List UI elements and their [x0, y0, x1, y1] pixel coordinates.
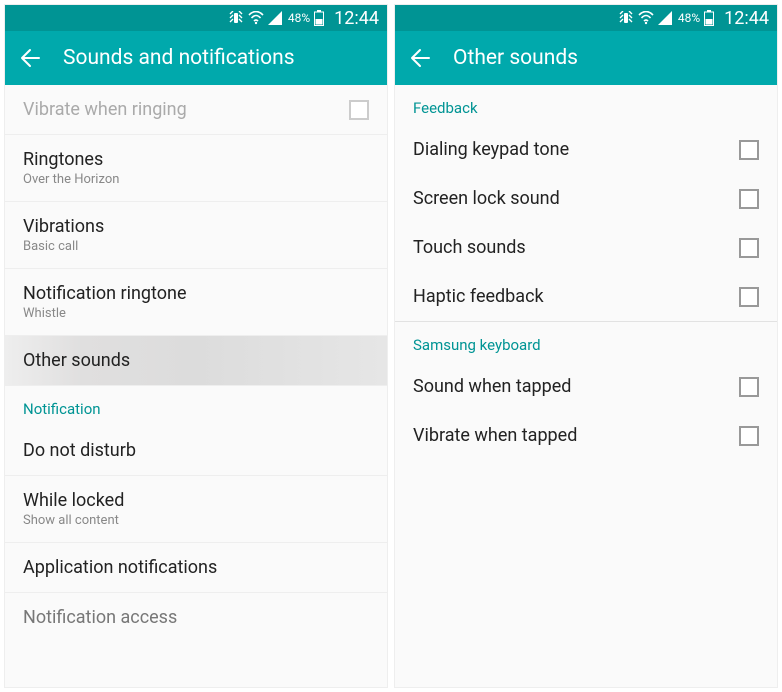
setting-label: Notification ringtone [23, 283, 187, 304]
battery-icon [704, 10, 714, 26]
setting-label: Screen lock sound [413, 188, 560, 209]
row-other-sounds[interactable]: Other sounds [5, 336, 387, 386]
setting-sublabel: Basic call [23, 239, 104, 254]
setting-label: Do not disturb [23, 440, 136, 461]
setting-label: Other sounds [23, 350, 130, 371]
row-touch-sounds[interactable]: Touch sounds [395, 223, 777, 272]
section-header-notification: Notification [5, 386, 387, 426]
signal-icon [268, 11, 282, 25]
battery-pct: 48% [288, 11, 310, 25]
setting-label: While locked [23, 490, 124, 511]
setting-sublabel: Show all content [23, 513, 124, 528]
appbar: Sounds and notifications [5, 31, 387, 85]
checkbox-icon[interactable] [739, 287, 759, 307]
wifi-icon [248, 11, 264, 25]
vibrate-icon [228, 11, 244, 25]
settings-list: Feedback Dialing keypad tone Screen lock… [395, 85, 777, 687]
page-title: Other sounds [453, 46, 578, 70]
battery-pct: 48% [678, 11, 700, 25]
row-ringtones[interactable]: Ringtones Over the Horizon [5, 135, 387, 202]
setting-label: Vibrations [23, 216, 104, 237]
setting-label: Vibrate when ringing [23, 99, 187, 120]
section-header-feedback: Feedback [395, 85, 777, 125]
setting-label: Sound when tapped [413, 376, 571, 397]
row-notification-ringtone[interactable]: Notification ringtone Whistle [5, 269, 387, 336]
wifi-icon [638, 11, 654, 25]
checkbox-icon[interactable] [739, 377, 759, 397]
back-arrow-icon[interactable] [409, 47, 431, 69]
setting-label: Dialing keypad tone [413, 139, 569, 160]
setting-label: Touch sounds [413, 237, 526, 258]
settings-list: Vibrate when ringing Ringtones Over the … [5, 85, 387, 687]
clock: 12:44 [724, 8, 769, 29]
setting-label: Haptic feedback [413, 286, 544, 307]
checkbox-icon[interactable] [349, 100, 369, 120]
vibrate-icon [618, 11, 634, 25]
battery-icon [314, 10, 324, 26]
setting-sublabel: Over the Horizon [23, 172, 119, 187]
row-vibrate-when-ringing[interactable]: Vibrate when ringing [5, 85, 387, 135]
statusbar: 48% 12:44 [5, 5, 387, 31]
row-application-notifications[interactable]: Application notifications [5, 543, 387, 593]
row-vibrate-when-tapped[interactable]: Vibrate when tapped [395, 411, 777, 460]
row-notification-access[interactable]: Notification access [5, 593, 387, 642]
row-do-not-disturb[interactable]: Do not disturb [5, 426, 387, 476]
checkbox-icon[interactable] [739, 238, 759, 258]
section-header-samsung-keyboard: Samsung keyboard [395, 322, 777, 362]
row-screen-lock-sound[interactable]: Screen lock sound [395, 174, 777, 223]
setting-label: Vibrate when tapped [413, 425, 577, 446]
row-sound-when-tapped[interactable]: Sound when tapped [395, 362, 777, 411]
statusbar: 48% 12:44 [395, 5, 777, 31]
setting-sublabel: Whistle [23, 306, 187, 321]
phone-right: 48% 12:44 Other sounds Feedback Dialing … [394, 4, 778, 688]
back-arrow-icon[interactable] [19, 47, 41, 69]
checkbox-icon[interactable] [739, 426, 759, 446]
checkbox-icon[interactable] [739, 140, 759, 160]
row-haptic-feedback[interactable]: Haptic feedback [395, 272, 777, 321]
setting-label: Ringtones [23, 149, 119, 170]
signal-icon [658, 11, 672, 25]
page-title: Sounds and notifications [63, 46, 295, 70]
row-vibrations[interactable]: Vibrations Basic call [5, 202, 387, 269]
setting-label: Application notifications [23, 557, 217, 578]
appbar: Other sounds [395, 31, 777, 85]
row-while-locked[interactable]: While locked Show all content [5, 476, 387, 543]
row-dialing-keypad-tone[interactable]: Dialing keypad tone [395, 125, 777, 174]
checkbox-icon[interactable] [739, 189, 759, 209]
setting-label: Notification access [23, 607, 177, 628]
clock: 12:44 [334, 8, 379, 29]
phone-left: 48% 12:44 Sounds and notifications Vibra… [4, 4, 388, 688]
